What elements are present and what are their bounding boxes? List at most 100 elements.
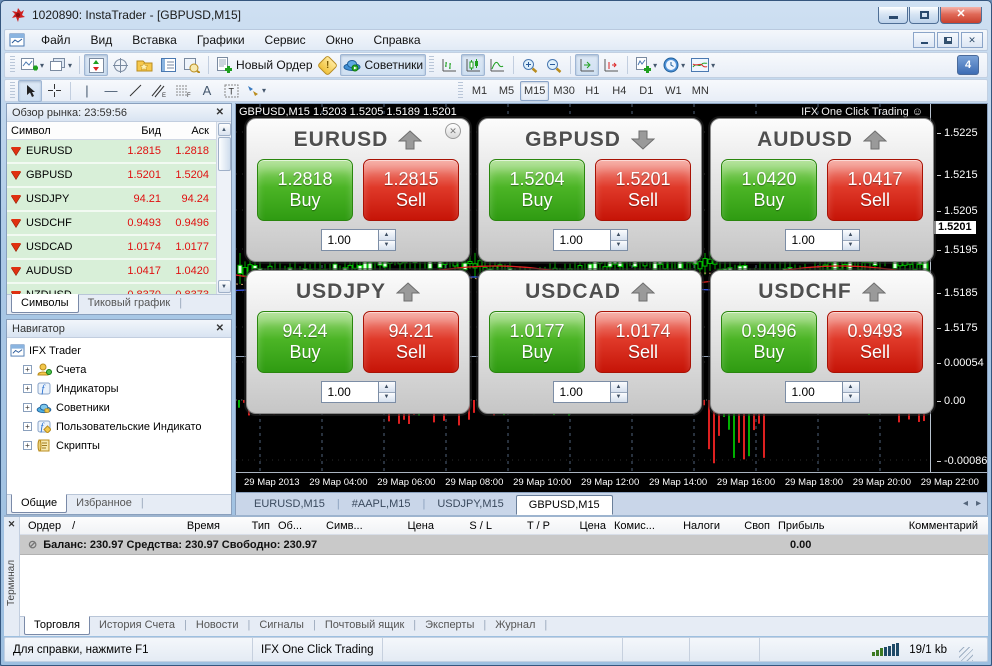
navigator-toggle[interactable]: [132, 54, 156, 76]
expand-icon[interactable]: +: [23, 365, 32, 374]
table-row[interactable]: USDCHF0.94930.9496: [7, 212, 216, 236]
col-taxes[interactable]: Налоги: [670, 520, 724, 532]
col-comment[interactable]: Комментарий: [838, 520, 988, 532]
tf-m5[interactable]: M5: [493, 81, 520, 101]
volume-input[interactable]: [322, 382, 378, 402]
table-row[interactable]: EURUSD1.28151.2818: [7, 140, 216, 164]
close-button[interactable]: ✕: [940, 7, 982, 24]
toolbar-grip[interactable]: [10, 56, 15, 74]
expand-icon[interactable]: +: [23, 441, 32, 450]
profiles-button[interactable]: ▾: [47, 54, 75, 76]
sell-button[interactable]: 1.5201Sell: [595, 159, 691, 221]
tree-item-scripts[interactable]: + Скрипты: [9, 436, 229, 455]
col-symbol[interactable]: Симв...: [322, 520, 382, 532]
buy-button[interactable]: 1.0420Buy: [721, 159, 817, 221]
child-close-button[interactable]: ✕: [961, 32, 983, 48]
strategy-tester-toggle[interactable]: [180, 54, 204, 76]
stepper-down-icon[interactable]: ▼: [611, 393, 627, 403]
col-order[interactable]: Ордер /: [20, 520, 132, 532]
equidistant-channel-tool[interactable]: E: [147, 80, 171, 102]
trendline-tool[interactable]: [123, 80, 147, 102]
notifications-badge[interactable]: 4: [957, 55, 979, 75]
table-row[interactable]: USDCAD1.01741.0177: [7, 236, 216, 260]
expand-icon[interactable]: +: [23, 403, 32, 412]
sell-button[interactable]: 0.9493Sell: [827, 311, 923, 373]
tab-tick-chart[interactable]: Тиковый график: [79, 295, 180, 312]
templates-button[interactable]: ▾: [688, 54, 718, 76]
stepper-down-icon[interactable]: ▼: [843, 241, 859, 251]
tab-account-history[interactable]: История Счета: [90, 617, 184, 634]
toolbar-grip[interactable]: [10, 82, 15, 100]
tf-m1[interactable]: M1: [466, 81, 493, 101]
zoom-in-button[interactable]: [518, 54, 542, 76]
candlestick-chart-button[interactable]: [461, 54, 485, 76]
buy-button[interactable]: 0.9496Buy: [721, 311, 817, 373]
scroll-up-icon[interactable]: ▲: [218, 123, 231, 136]
tab-experts[interactable]: Эксперты: [416, 617, 483, 634]
expand-icon[interactable]: +: [23, 384, 32, 393]
volume-stepper[interactable]: ▲▼: [378, 382, 395, 402]
col-sl[interactable]: S / L: [438, 520, 496, 532]
smiley-icon[interactable]: ☺: [912, 106, 923, 118]
buy-button[interactable]: 1.2818Buy: [257, 159, 353, 221]
maximize-button[interactable]: [909, 7, 939, 24]
price-scale[interactable]: 1.5225 1.5215 1.5205 1.5201 1.5195 1.518…: [930, 104, 987, 472]
tf-m30[interactable]: M30: [549, 81, 578, 101]
cursor-tool[interactable]: [18, 80, 42, 102]
menu-view[interactable]: Вид: [81, 31, 123, 49]
tabs-scroll-right-icon[interactable]: ▸: [976, 498, 981, 509]
resize-grip[interactable]: [959, 647, 973, 661]
tree-root[interactable]: IFX Trader: [9, 341, 229, 360]
menu-help[interactable]: Справка: [364, 31, 431, 49]
stepper-down-icon[interactable]: ▼: [611, 241, 627, 251]
stepper-up-icon[interactable]: ▲: [611, 230, 627, 241]
table-row[interactable]: USDJPY94.2194.24: [7, 188, 216, 212]
toolbar-grip[interactable]: [458, 82, 463, 100]
col-profit[interactable]: Прибыль: [774, 520, 838, 532]
text-tool[interactable]: A: [195, 80, 219, 102]
chart-tab-usdjpy[interactable]: USDJPY,M15: [425, 495, 515, 513]
chart-shift-button[interactable]: [599, 54, 623, 76]
col-price-current[interactable]: Цена: [554, 520, 610, 532]
stepper-down-icon[interactable]: ▼: [379, 393, 395, 403]
market-watch-scrollbar[interactable]: ▲ ▼: [216, 122, 231, 294]
sell-button[interactable]: 94.21Sell: [363, 311, 459, 373]
scrollbar-thumb[interactable]: [218, 137, 231, 171]
tf-mn[interactable]: MN: [687, 81, 714, 101]
tab-mailbox[interactable]: Почтовый ящик: [316, 617, 413, 634]
volume-input[interactable]: [786, 382, 842, 402]
time-axis[interactable]: 29 Мар 2013 29 Мар 04:00 29 Мар 06:00 29…: [236, 472, 987, 492]
stepper-down-icon[interactable]: ▼: [843, 393, 859, 403]
child-minimize-button[interactable]: [913, 32, 935, 48]
tf-d1[interactable]: D1: [633, 81, 660, 101]
text-label-tool[interactable]: T: [219, 80, 243, 102]
tree-item-indicators[interactable]: + f Индикаторы: [9, 379, 229, 398]
col-swap[interactable]: Своп: [724, 520, 774, 532]
tab-favorites[interactable]: Избранное: [67, 495, 141, 512]
auto-scroll-button[interactable]: [575, 54, 599, 76]
zoom-out-button[interactable]: [542, 54, 566, 76]
tab-news[interactable]: Новости: [187, 617, 248, 634]
data-window-toggle[interactable]: [108, 54, 132, 76]
col-type[interactable]: Тип: [224, 520, 274, 532]
col-tp[interactable]: T / P: [496, 520, 554, 532]
indicators-button[interactable]: ▾: [632, 54, 660, 76]
col-time[interactable]: Время: [132, 520, 224, 532]
tree-item-advisors[interactable]: + Советники: [9, 398, 229, 417]
buy-button[interactable]: 1.0177Buy: [489, 311, 585, 373]
volume-input[interactable]: [322, 230, 378, 250]
arrows-tool[interactable]: ▾: [243, 80, 269, 102]
volume-input[interactable]: [554, 230, 610, 250]
stepper-up-icon[interactable]: ▲: [611, 382, 627, 393]
sell-button[interactable]: 1.0174Sell: [595, 311, 691, 373]
buy-button[interactable]: 94.24Buy: [257, 311, 353, 373]
menu-charts[interactable]: Графики: [187, 31, 255, 49]
col-commission[interactable]: Комис...: [610, 520, 670, 532]
expand-icon[interactable]: +: [23, 422, 32, 431]
connection-bars-icon[interactable]: [872, 643, 899, 656]
terminal-close-icon[interactable]: ✕: [8, 519, 16, 530]
market-watch-close-icon[interactable]: ✕: [214, 107, 226, 118]
tf-h4[interactable]: H4: [606, 81, 633, 101]
tab-journal[interactable]: Журнал: [486, 617, 544, 634]
buy-button[interactable]: 1.5204Buy: [489, 159, 585, 221]
